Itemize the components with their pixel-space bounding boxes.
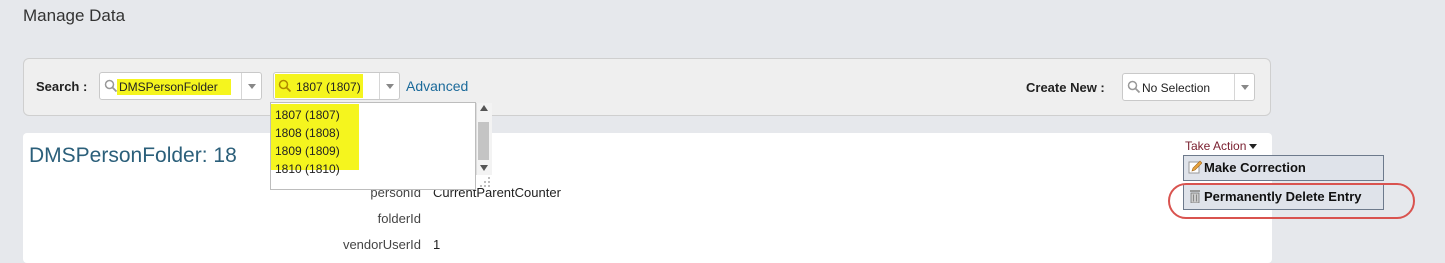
field-label-vendor-user-id: vendorUserId xyxy=(342,237,421,252)
data-type-combo[interactable]: DMSPersonFolder xyxy=(99,72,262,100)
caret-down-icon xyxy=(1249,144,1258,150)
create-new-label: Create New : xyxy=(1026,80,1105,95)
dropdown-option[interactable]: 1809 (1809) xyxy=(275,144,340,158)
dropdown-option[interactable]: 1810 (1810) xyxy=(275,162,340,176)
data-type-value: DMSPersonFolder xyxy=(119,80,218,94)
scroll-up-icon[interactable] xyxy=(480,105,488,111)
take-action-menu[interactable]: Take Action xyxy=(1185,139,1258,153)
make-correction-label: Make Correction xyxy=(1204,160,1306,175)
search-icon xyxy=(104,79,118,93)
chevron-down-icon[interactable] xyxy=(1234,74,1254,100)
search-icon xyxy=(278,79,292,93)
search-icon xyxy=(1127,80,1141,94)
dropdown-option[interactable]: 1808 (1808) xyxy=(275,126,340,140)
field-label-folder-id: folderId xyxy=(377,211,421,226)
resize-grip-icon[interactable] xyxy=(478,175,492,189)
record-combo[interactable]: 1807 (1807) xyxy=(273,72,400,100)
chevron-down-icon[interactable] xyxy=(379,73,399,99)
record-title: DMSPersonFolder: 18 xyxy=(29,144,237,167)
annotation-ring xyxy=(1168,183,1415,219)
create-new-combo[interactable]: No Selection xyxy=(1122,73,1255,101)
dropdown-option[interactable]: 1807 (1807) xyxy=(275,108,340,122)
create-new-value: No Selection xyxy=(1142,81,1211,95)
search-label: Search : xyxy=(36,79,88,94)
take-action-label: Take Action xyxy=(1185,139,1247,153)
scrollbar-thumb[interactable] xyxy=(478,122,489,160)
page-title: Manage Data xyxy=(23,6,126,25)
field-value-vendor-user-id: 1 xyxy=(433,237,441,252)
chevron-down-icon[interactable] xyxy=(241,73,261,99)
pencil-icon xyxy=(1188,160,1202,174)
scroll-down-icon[interactable] xyxy=(480,165,488,171)
record-value: 1807 (1807) xyxy=(296,80,361,94)
make-correction-button[interactable]: Make Correction xyxy=(1183,155,1384,181)
advanced-link[interactable]: Advanced xyxy=(406,78,468,94)
